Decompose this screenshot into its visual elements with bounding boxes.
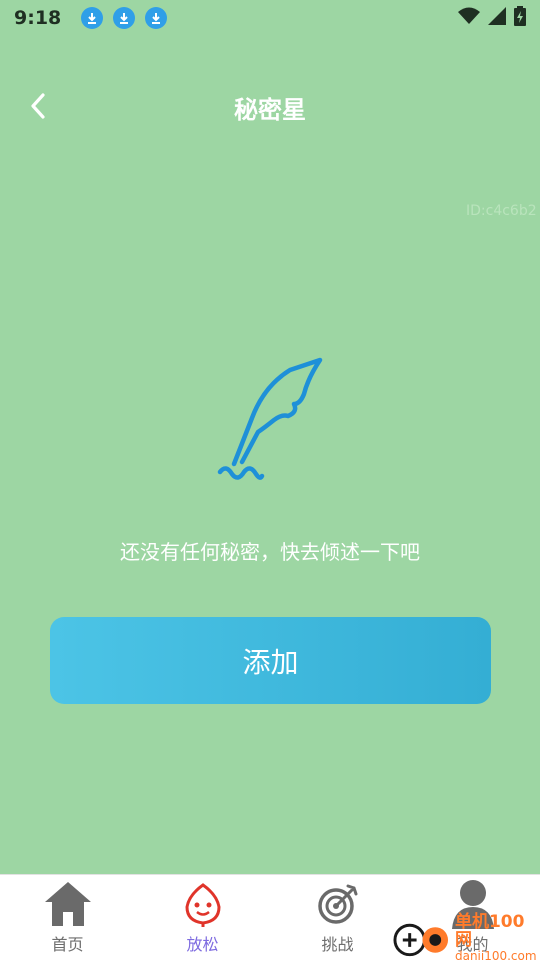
status-bar: 9:18 bbox=[0, 0, 540, 36]
tab-label: 挑战 bbox=[321, 935, 354, 954]
download-icon bbox=[145, 7, 168, 29]
home-icon bbox=[43, 879, 93, 929]
app-header: 秘密星 bbox=[0, 72, 540, 142]
status-time: 9:18 bbox=[14, 7, 62, 29]
download-icon bbox=[113, 7, 136, 29]
download-icon bbox=[81, 7, 104, 29]
empty-state-message: 还没有任何秘密，快去倾述一下吧 bbox=[120, 540, 420, 564]
tab-relax[interactable]: 放松 bbox=[135, 875, 270, 960]
battery-icon bbox=[514, 6, 526, 30]
add-button[interactable]: 添加 bbox=[50, 617, 491, 704]
signal-icon bbox=[488, 7, 506, 29]
leaf-face-icon bbox=[178, 879, 228, 929]
target-icon bbox=[313, 879, 363, 929]
tab-label: 放松 bbox=[186, 935, 219, 954]
site-watermark: 单机100网 danji100.com bbox=[392, 911, 540, 960]
watermark-logo-icon bbox=[393, 923, 449, 957]
wifi-icon bbox=[458, 7, 480, 29]
watermark-cn: 单机100网 bbox=[454, 911, 525, 950]
watermark-en: danji100.com bbox=[454, 948, 537, 960]
tab-label: 首页 bbox=[51, 935, 84, 954]
debug-id-label: ID:c4c6b2 bbox=[466, 203, 537, 219]
status-indicators bbox=[458, 6, 526, 30]
tab-home[interactable]: 首页 bbox=[0, 875, 135, 960]
tab-challenge[interactable]: 挑战 bbox=[270, 875, 405, 960]
feather-quill-icon bbox=[217, 357, 323, 480]
page-title: 秘密星 bbox=[234, 96, 306, 124]
